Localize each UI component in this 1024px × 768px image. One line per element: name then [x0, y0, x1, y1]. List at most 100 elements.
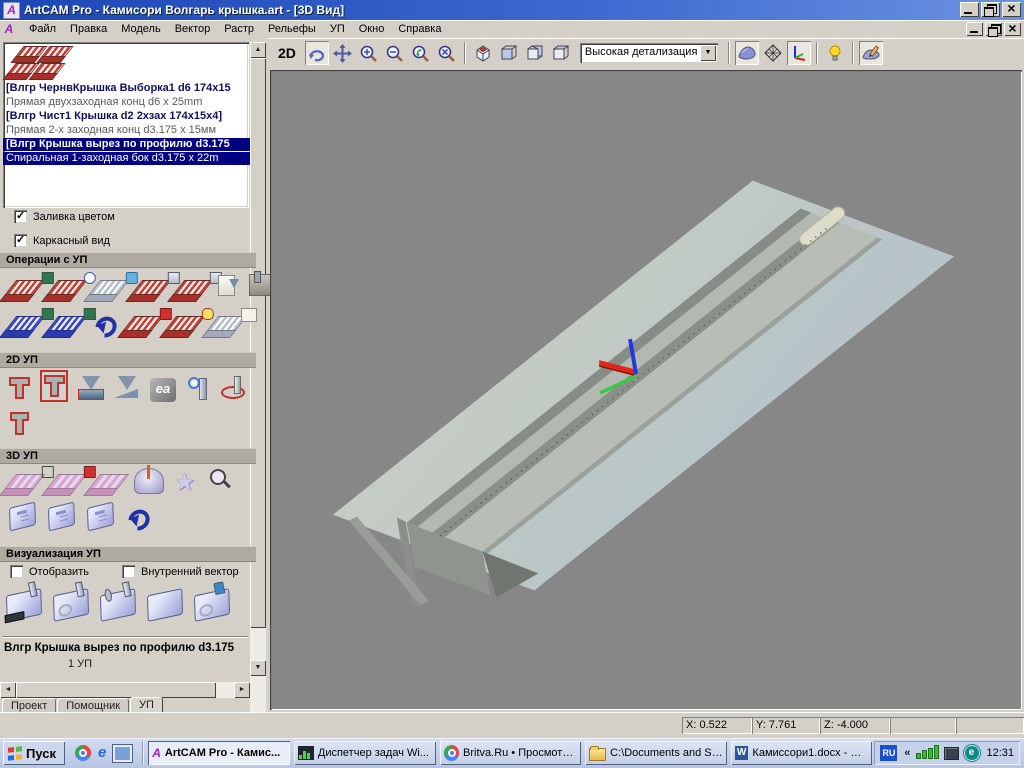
- inner-vector-checkbox-row[interactable]: Внутренний вектор: [122, 565, 239, 578]
- view-2d-button[interactable]: 2D: [278, 45, 296, 61]
- scrollbar-thumb[interactable]: [16, 682, 216, 698]
- close-button[interactable]: [1002, 2, 1021, 17]
- tray-collapse-icon[interactable]: «: [904, 747, 910, 759]
- engrave-plaque-2-icon[interactable]: [48, 501, 75, 531]
- view-along-x-button[interactable]: [497, 41, 521, 65]
- language-indicator[interactable]: RU: [880, 745, 897, 761]
- mdi-minimize-button[interactable]: [966, 22, 983, 36]
- delete-simulation-icon[interactable]: [194, 588, 230, 622]
- save-toolpath-as-icon[interactable]: [4, 316, 46, 332]
- menu-window[interactable]: Окно: [352, 21, 392, 37]
- zoom-in-button[interactable]: [357, 41, 381, 65]
- toolpath-tool[interactable]: Прямая 2-х заходная конц d3.175 x 15мм: [3, 124, 252, 137]
- simulate-all-toolpaths-icon[interactable]: [100, 588, 136, 622]
- menu-vector[interactable]: Вектор: [168, 21, 218, 37]
- dropdown-arrow-icon[interactable]: [700, 45, 716, 61]
- start-button[interactable]: Пуск: [3, 741, 65, 765]
- scroll-down-icon[interactable]: [250, 660, 266, 676]
- inner-vector-checkbox[interactable]: [122, 565, 135, 578]
- menu-help[interactable]: Справка: [391, 21, 448, 37]
- relief-star-icon[interactable]: [174, 470, 196, 496]
- show-simulation-checkbox[interactable]: [10, 565, 23, 578]
- machine-relief-icon[interactable]: [4, 474, 46, 490]
- save-toolpath-icon[interactable]: [4, 280, 46, 296]
- toolpath-name-selected[interactable]: [Влгр Крышка вырез по профилю d3.175: [3, 138, 252, 151]
- model-3d-scene: [270, 70, 1022, 710]
- simulate-toolpath-icon[interactable]: [6, 588, 42, 622]
- vbit-carving-icon[interactable]: [78, 376, 104, 402]
- minimize-button[interactable]: [960, 2, 979, 17]
- task-browser[interactable]: Britva.Ru • Просмотр ...: [440, 741, 582, 765]
- menu-model[interactable]: Модель: [114, 21, 167, 37]
- toolpath-list[interactable]: [Влгр ЧернвКрышка Выборка1 d6 174x15 Пря…: [3, 42, 249, 208]
- chrome-icon[interactable]: [75, 745, 91, 761]
- fill-color-checkbox[interactable]: [14, 210, 27, 223]
- profile-with-drill-icon[interactable]: [8, 408, 30, 438]
- wireframe-view-button[interactable]: [761, 41, 785, 65]
- drilling-icon[interactable]: [186, 376, 210, 402]
- task-explorer-folder[interactable]: C:\Documents and Set...: [585, 741, 727, 765]
- preview-relief-icon[interactable]: [206, 466, 234, 494]
- bevel-carving-icon[interactable]: [114, 376, 140, 402]
- mdi-close-button[interactable]: [1004, 22, 1021, 36]
- menu-file[interactable]: Файл: [22, 21, 63, 37]
- show-desktop-icon[interactable]: [113, 745, 132, 762]
- display-tray-icon[interactable]: [944, 747, 959, 760]
- internet-explorer-icon[interactable]: e: [98, 745, 106, 761]
- detail-level-dropdown[interactable]: Высокая детализация: [580, 43, 718, 63]
- wireframe-checkbox[interactable]: [14, 234, 27, 247]
- lighting-button[interactable]: [823, 41, 847, 65]
- toolpath-summary-icon[interactable]: [218, 275, 235, 296]
- inlay-wizard-icon[interactable]: [220, 376, 246, 402]
- show-simulation-checkbox-row[interactable]: Отобразить: [10, 565, 89, 578]
- axes-toggle-button[interactable]: [787, 41, 811, 65]
- view-along-z-button[interactable]: [549, 41, 573, 65]
- rotate-view-button[interactable]: [305, 41, 329, 65]
- toolpath-name[interactable]: [Влгр ЧернвКрышка Выборка1 d6 174x15: [3, 82, 252, 95]
- smart-engraving-icon[interactable]: ea: [150, 378, 176, 402]
- scroll-right-icon[interactable]: [234, 682, 250, 698]
- toolpath-tool[interactable]: Прямая двухзаходная конц d6 x 25mm: [3, 96, 252, 109]
- fill-color-checkbox-row[interactable]: Заливка цветом: [14, 210, 115, 223]
- network-signal-icon[interactable]: [916, 747, 939, 759]
- scrollbar-thumb[interactable]: [250, 58, 266, 628]
- menu-toolpaths[interactable]: УП: [323, 21, 352, 37]
- pan-view-button[interactable]: [331, 41, 355, 65]
- engrave-plaque-3-icon[interactable]: [87, 501, 114, 531]
- toolpath-undo-icon[interactable]: [125, 507, 149, 529]
- menu-reliefs[interactable]: Рельефы: [261, 21, 323, 37]
- antivirus-tray-icon[interactable]: e: [964, 745, 980, 761]
- area-clearance-icon[interactable]: [40, 370, 68, 402]
- task-taskmanager[interactable]: Диспетчер задач Wi...: [294, 741, 436, 765]
- toolpath-name[interactable]: [Влгр Чист1 Крышка d2 2хзах 174x15x4]: [3, 110, 252, 123]
- engrave-plaque-icon[interactable]: [9, 501, 36, 531]
- task-artcam[interactable]: A ArtCAM Pro - Камис...: [148, 741, 290, 765]
- reset-simulation-icon[interactable]: [147, 588, 183, 622]
- simulate-control-icon[interactable]: [53, 588, 89, 622]
- viewport-3d[interactable]: [270, 70, 1022, 710]
- restore-button[interactable]: [981, 2, 1000, 17]
- menu-bitmap[interactable]: Растр: [217, 21, 261, 37]
- isometric-view-button[interactable]: [471, 41, 495, 65]
- scroll-up-icon[interactable]: [250, 42, 266, 58]
- mdi-restore-button[interactable]: [985, 22, 1002, 36]
- wireframe-checkbox-row[interactable]: Каркасный вид: [14, 234, 110, 247]
- toolpath-tool-selected[interactable]: Спиральная 1-заходная бок d3.175 x 22m: [3, 152, 252, 165]
- scroll-left-icon[interactable]: [0, 682, 16, 698]
- profile-toolpath-icon[interactable]: [8, 376, 30, 402]
- 3d-rest-machining-icon[interactable]: [134, 468, 164, 494]
- menu-edit[interactable]: Правка: [63, 21, 114, 37]
- shaded-view-button[interactable]: [735, 41, 759, 65]
- system-tray: RU « e 12:31: [874, 741, 1020, 765]
- draw-relief-button[interactable]: [859, 41, 883, 65]
- delete-toolpath-icon[interactable]: [88, 280, 130, 296]
- view-along-y-button[interactable]: [523, 41, 547, 65]
- zoom-fit-button[interactable]: [435, 41, 459, 65]
- task-word-document[interactable]: W Камиссори1.docx - Mi...: [731, 741, 873, 765]
- panel-vertical-scrollbar[interactable]: [250, 42, 266, 714]
- transform-toolpath-icon[interactable]: [92, 314, 116, 336]
- panel-horizontal-scrollbar[interactable]: [0, 682, 250, 698]
- zoom-previous-button[interactable]: [409, 41, 433, 65]
- zoom-out-button[interactable]: [383, 41, 407, 65]
- copy-toolpath-icon[interactable]: [122, 316, 164, 332]
